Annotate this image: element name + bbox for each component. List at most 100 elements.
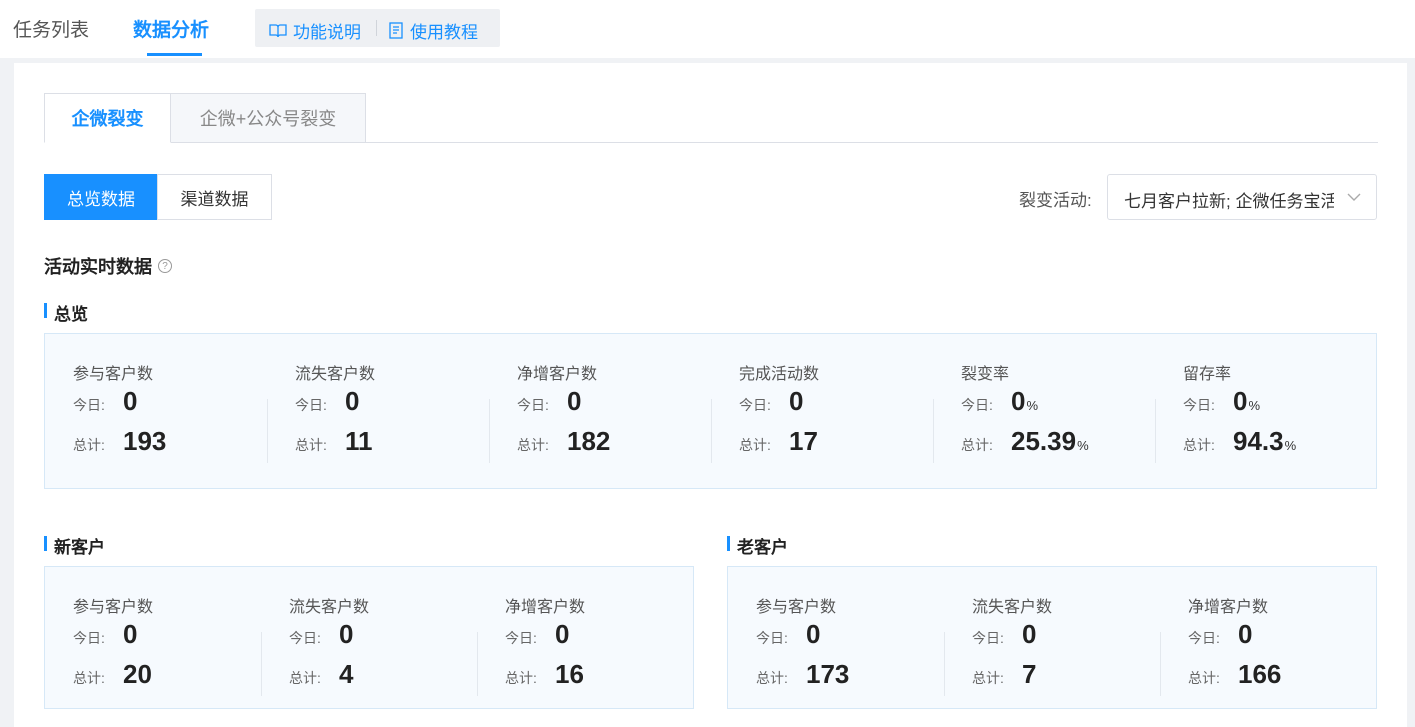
stat-total-row: 总计: 11 <box>295 426 373 457</box>
today-label: 今日: <box>505 630 537 646</box>
stat-today-value: 0 <box>345 386 360 416</box>
stat-total-row: 总计: 20 <box>73 659 152 690</box>
stat-today-value: 0 <box>123 619 138 649</box>
stat-name: 裂变率 <box>961 366 1010 383</box>
stat-divider <box>489 399 490 463</box>
total-label: 总计: <box>1183 437 1215 453</box>
stat-card: 参与客户数今日: 0 总计: 173 <box>728 567 944 708</box>
total-label: 总计: <box>73 670 105 686</box>
stat-card: 流失客户数 今日: 0 总计: 4 <box>261 567 477 708</box>
activity-select[interactable]: 七月客户拉新; 企微任务宝活动 <box>1107 174 1377 220</box>
tab-task-list[interactable]: 任务列表 <box>13 15 89 42</box>
old-customers-stats: 参与客户数 今日: 0 总计: 173 流失客户数 今日: 0 总计: 7 净增客户数 今日: 0 总计:… <box>727 566 1377 709</box>
tab-wecom-official-fission[interactable]: 企微+公众号裂变 <box>170 93 366 143</box>
stat-total-value: 17 <box>789 426 818 456</box>
tutorial-label: 使用教程 <box>410 23 478 42</box>
total-label: 总计: <box>517 437 549 453</box>
stat-today-row: 今日: 0 <box>73 619 137 650</box>
active-tab-indicator <box>147 53 202 56</box>
stat-name: 净增客户数 <box>517 366 598 383</box>
stat-today-row: 今日: 0 <box>756 619 820 650</box>
stat-card: 净增客户数 今日: 0 总计: 182 <box>489 334 711 488</box>
stat-name: 参与客户数 <box>73 366 154 383</box>
today-label: 今日: <box>73 630 105 646</box>
activity-select-value: 七月客户拉新; 企微任务宝活动 <box>1124 192 1334 211</box>
stat-name: 净增客户数 <box>505 599 586 616</box>
total-label: 总计: <box>1188 670 1220 686</box>
stat-unit: % <box>1026 398 1039 413</box>
stat-card: 参与客户数 今日: 0 总计: 20 <box>45 567 261 708</box>
stat-today-row: 今日: 0 <box>517 386 581 417</box>
stat-card: 流失客户数 今日: 0 总计: 11 <box>267 334 489 488</box>
section-title: 活动实时数据 ? <box>44 253 172 279</box>
stat-divider <box>933 399 934 463</box>
tab-wecom-fission[interactable]: 企微裂变 <box>44 93 171 143</box>
today-label: 今日: <box>961 397 993 413</box>
today-label: 今日: <box>73 397 105 413</box>
stat-today-value: 0 <box>1233 386 1248 416</box>
stat-unit: % <box>1248 398 1261 413</box>
stat-total-value: 173 <box>806 659 850 689</box>
total-label: 总计: <box>972 670 1004 686</box>
feature-help-label: 功能说明 <box>293 23 361 42</box>
stat-divider <box>267 399 268 463</box>
stat-total-value: 16 <box>555 659 584 689</box>
total-label: 总计: <box>73 437 105 453</box>
stat-total-row: 总计: 166 <box>1188 659 1281 690</box>
stat-total-value: 94.3 <box>1233 426 1284 456</box>
stat-name: 流失客户数 <box>972 599 1053 616</box>
today-label: 今日: <box>289 630 321 646</box>
stat-total-row: 总计: 193 <box>73 426 166 457</box>
stat-today-value: 0 <box>1238 619 1253 649</box>
tutorial-link[interactable]: 使用教程 <box>388 18 478 43</box>
stat-today-row: 今日: 0 <box>73 386 137 417</box>
new-customers-title: 新客户 <box>44 533 105 558</box>
stat-divider <box>1160 632 1161 696</box>
stat-today-row: 今日: 0 <box>1188 619 1252 650</box>
stat-card: 流失客户数 今日: 0 总计: 7 <box>944 567 1160 708</box>
today-label: 今日: <box>1183 397 1215 413</box>
stat-name: 完成活动数 <box>739 366 820 383</box>
stat-today-value: 0 <box>339 619 354 649</box>
stat-divider <box>477 632 478 696</box>
tab-data-analysis[interactable]: 数据分析 <box>133 15 209 42</box>
stat-name: 留存率 <box>1183 366 1232 383</box>
today-label: 今日: <box>295 397 327 413</box>
new-customers-stats: 参与客户数 今日: 0 总计: 20 流失客户数 今日: 0 总计: 4 净增客户数 今日: 0 总计: 1… <box>44 566 694 709</box>
top-nav: 任务列表 数据分析 功能说明 使用教程 <box>0 0 1415 58</box>
stat-name: 参与客户数 <box>756 599 837 616</box>
stat-today-row: 今日: 0% <box>1183 386 1260 417</box>
stat-total-value: 4 <box>339 659 354 689</box>
stat-card: 裂变率今日: 0% 总计: 25.39% <box>933 334 1155 488</box>
main-card: 企微+公众号裂变 企微裂变 总览数据 渠道数据 裂变活动: 七月客户拉新; 企微… <box>14 63 1407 727</box>
stat-total-row: 总计: 17 <box>739 426 818 457</box>
help-links: 功能说明 使用教程 <box>255 9 500 47</box>
stat-today-row: 今日: 0% <box>961 386 1038 417</box>
book-icon <box>269 23 287 37</box>
segment-overview[interactable]: 总览数据 <box>44 174 158 220</box>
stat-total-value: 166 <box>1238 659 1282 689</box>
total-label: 总计: <box>756 670 788 686</box>
stat-today-value: 0 <box>555 619 570 649</box>
stat-total-row: 总计: 25.39% <box>961 426 1089 457</box>
stat-card: 参与客户数今日: 0 总计: 193 <box>45 334 267 488</box>
stat-today-row: 今日: 0 <box>505 619 569 650</box>
today-label: 今日: <box>1188 630 1220 646</box>
stat-divider <box>711 399 712 463</box>
stat-card: 净增客户数 今日: 0 总计: 16 <box>477 567 693 708</box>
stat-unit: % <box>1284 438 1297 453</box>
stat-today-value: 0 <box>1011 386 1026 416</box>
total-label: 总计: <box>739 437 771 453</box>
feature-help-link[interactable]: 功能说明 <box>269 18 361 43</box>
stat-total-value: 11 <box>345 426 373 456</box>
stat-total-value: 20 <box>123 659 152 689</box>
stat-today-row: 今日: 0 <box>289 619 353 650</box>
stat-today-value: 0 <box>567 386 582 416</box>
stat-today-value: 0 <box>123 386 138 416</box>
today-label: 今日: <box>517 397 549 413</box>
stat-total-row: 总计: 4 <box>289 659 353 690</box>
help-circle-icon[interactable]: ? <box>158 259 172 273</box>
stat-today-row: 今日: 0 <box>972 619 1036 650</box>
segment-channel[interactable]: 渠道数据 <box>157 174 272 220</box>
stat-card: 完成活动数 今日: 0 总计: 17 <box>711 334 933 488</box>
